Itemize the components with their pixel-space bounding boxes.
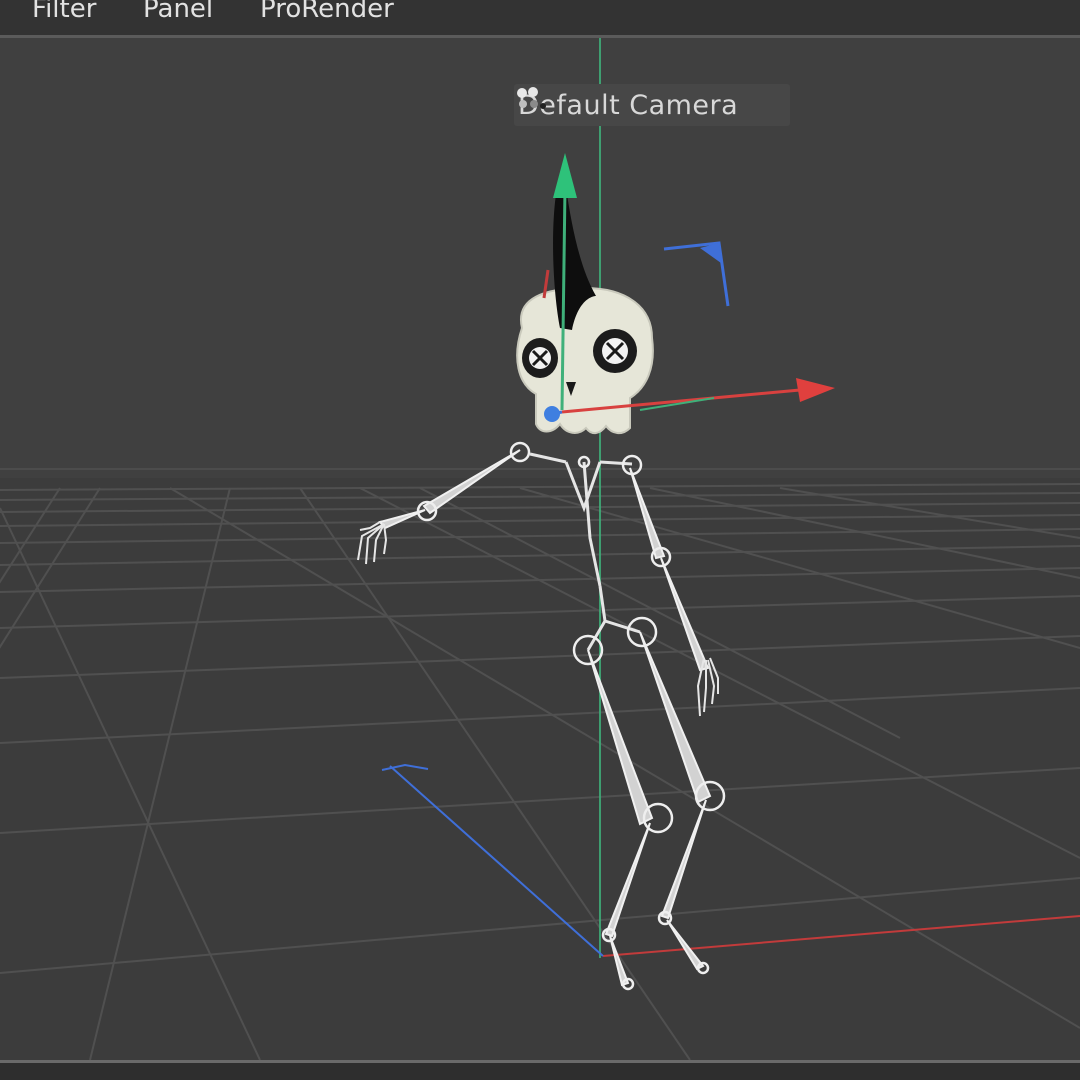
camera-dots-icon[interactable] [517, 87, 778, 119]
menu-item-prorender[interactable]: ProRender [260, 0, 394, 26]
bottom-status-bar [0, 1060, 1080, 1080]
menu-item-filter[interactable]: Filter [32, 0, 96, 26]
menu-bar: Filter Panel ProRender [0, 0, 1080, 38]
3d-viewport[interactable]: Default Camera [0, 38, 1080, 1060]
camera-label[interactable]: Default Camera [514, 84, 791, 126]
gizmo-z-handle[interactable] [544, 406, 560, 422]
camera-label-text: Default Camera [518, 89, 739, 121]
menu-item-panel[interactable]: Panel [143, 0, 213, 26]
viewport-scene[interactable] [0, 38, 1080, 1060]
